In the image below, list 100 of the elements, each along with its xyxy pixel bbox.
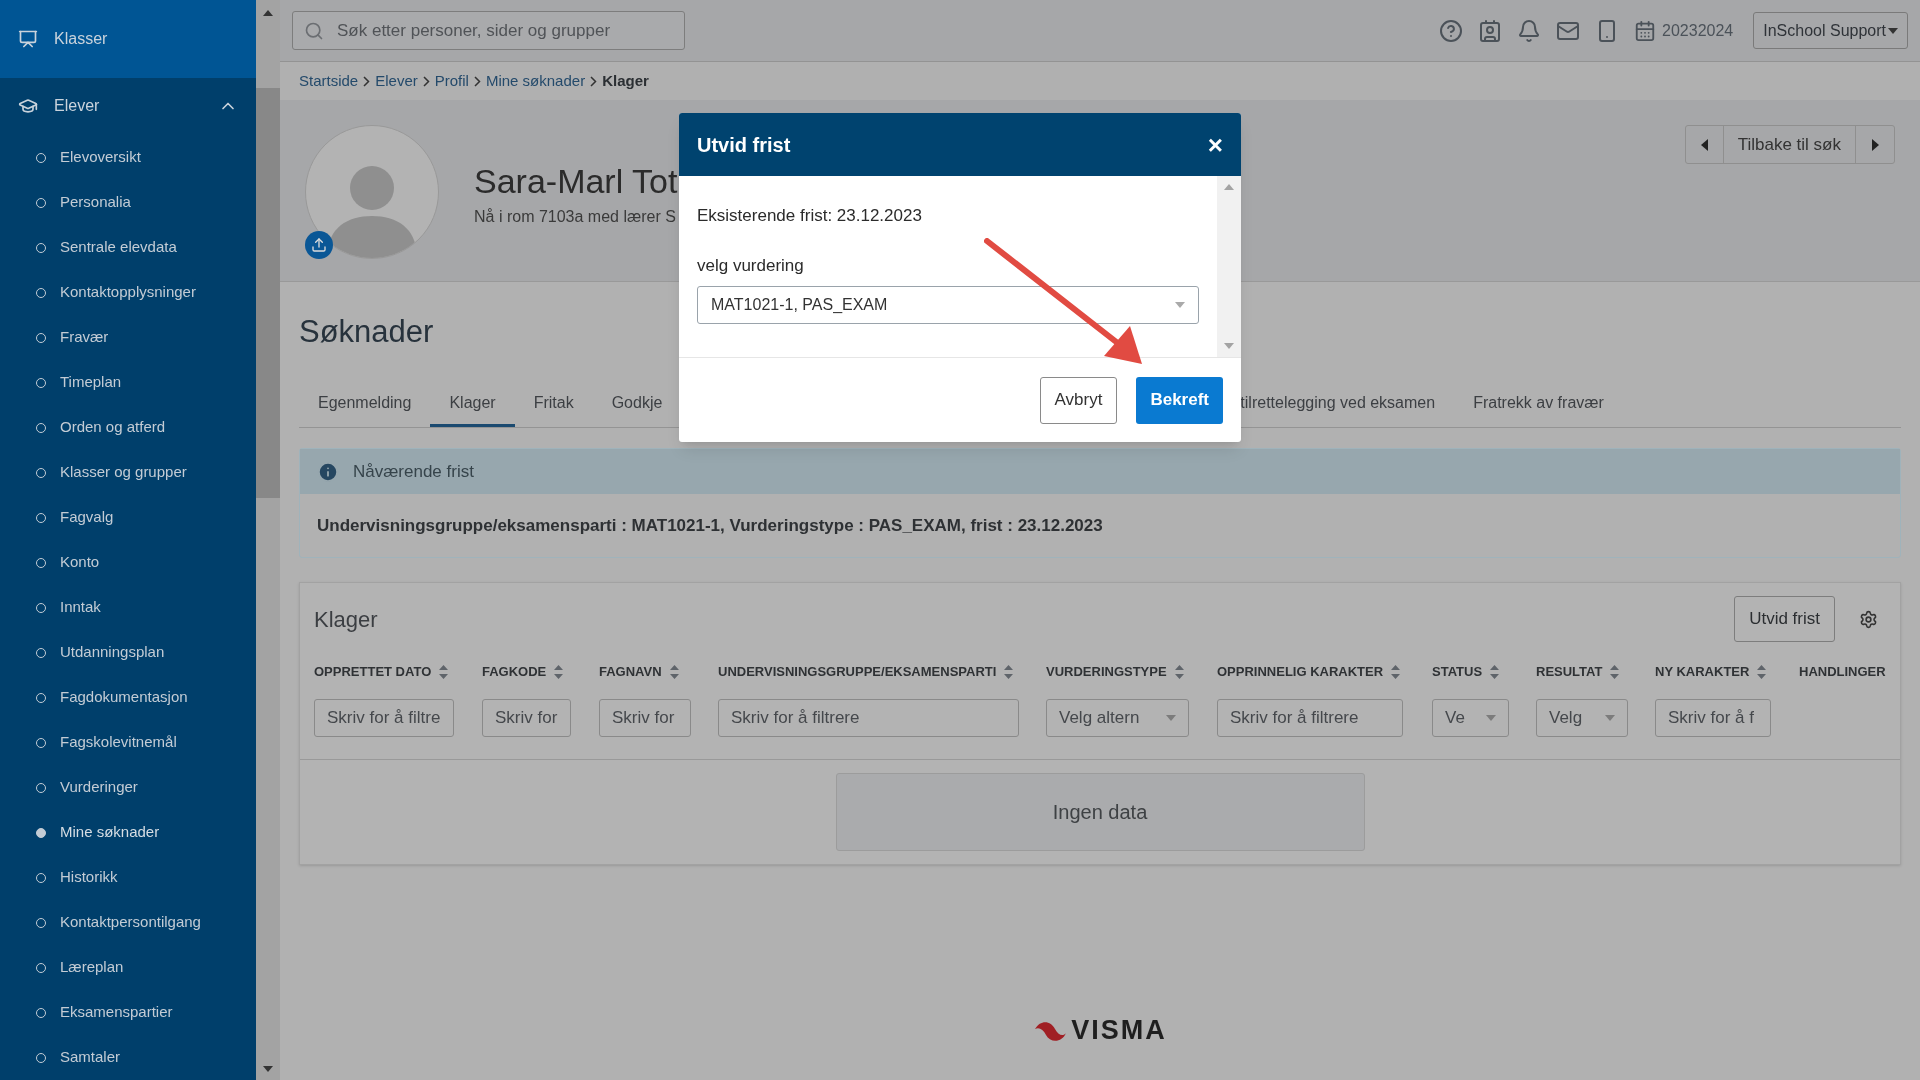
student-name: Sara-Marl Tot xyxy=(474,161,678,201)
search-field[interactable]: Søk etter personer, sider og grupper xyxy=(292,11,685,50)
info-icon xyxy=(317,460,339,483)
chevron-right-icon xyxy=(422,75,430,87)
scroll-up-icon[interactable] xyxy=(263,10,273,16)
filter-input[interactable]: Skriv for å filtre xyxy=(314,699,454,737)
tab[interactable]: Klager xyxy=(430,382,515,427)
info-header: Nåværende frist xyxy=(300,449,1900,494)
page-title: Søknader xyxy=(299,313,434,351)
filter-input[interactable]: Skriv for å f xyxy=(1655,699,1771,737)
caret-left-icon xyxy=(1700,138,1708,151)
breadcrumb-link[interactable]: Profil xyxy=(434,69,469,93)
sidebar-item[interactable]: Vurderinger xyxy=(0,765,256,810)
contact-book-icon[interactable] xyxy=(1478,18,1503,43)
select-label: velg vurdering xyxy=(697,254,805,277)
sidebar-item[interactable]: Samtaler xyxy=(0,1035,256,1080)
sidebar-item[interactable]: Læreplan xyxy=(0,945,256,990)
calendar-icon[interactable] xyxy=(1634,19,1657,42)
scroll-down-icon[interactable] xyxy=(263,1066,273,1072)
sidebar-item[interactable]: Elevoversikt xyxy=(0,135,256,180)
caret-icon xyxy=(1175,302,1185,308)
column-header: OPPRETTET DATO xyxy=(314,663,432,682)
info-text: Undervisningsgruppe/eksamensparti : MAT1021-1, Vurderingstype : PAS_EXAM, frist : 23.12.2023 xyxy=(317,514,1103,537)
sort-icon[interactable] xyxy=(1490,665,1500,679)
sort-icon[interactable] xyxy=(1174,665,1184,679)
student-location: Nå i rom 7103a med lærer S xyxy=(474,207,677,227)
sort-icon[interactable] xyxy=(439,665,449,679)
card-title: Klager xyxy=(314,605,378,634)
column-header: RESULTAT xyxy=(1536,663,1603,682)
close-button[interactable]: × xyxy=(1207,131,1223,158)
empty-state: Ingen data xyxy=(835,773,1365,851)
sidebar-item[interactable]: Orden og atferd xyxy=(0,405,256,450)
caret-icon xyxy=(1486,715,1496,721)
breadcrumb-link[interactable]: Mine søknader xyxy=(485,69,586,93)
filter-input[interactable]: Skriv for å filtrere xyxy=(1217,699,1403,737)
sidebar-item[interactable]: Kontaktpersontilgang xyxy=(0,900,256,945)
scroll-up-icon[interactable] xyxy=(1224,184,1234,190)
filter-select[interactable]: Velg xyxy=(1536,699,1628,737)
sidebar-item[interactable]: Mine søknader xyxy=(0,810,256,855)
tab[interactable]: tilrettelegging ved eksamen xyxy=(1221,382,1455,427)
sidebar-item[interactable]: Fagvalg xyxy=(0,495,256,540)
sort-icon[interactable] xyxy=(554,665,564,679)
column-header: NY KARAKTER xyxy=(1655,663,1750,682)
sort-icon[interactable] xyxy=(1610,665,1620,679)
upload-icon[interactable] xyxy=(305,231,333,259)
breadcrumb-link[interactable]: Elever xyxy=(375,69,418,93)
sidebar-item[interactable]: Eksamenspartier xyxy=(0,990,256,1035)
sidebar-section[interactable]: Klasser xyxy=(0,0,256,78)
sidebar-item[interactable]: Timeplan xyxy=(0,360,256,405)
column-header: VURDERINGSTYPE xyxy=(1046,663,1167,682)
filter-select[interactable]: Ve xyxy=(1432,699,1509,737)
cancel-button[interactable]: Avbryt xyxy=(1039,376,1118,424)
breadcrumb-link[interactable]: Startside xyxy=(299,69,359,93)
sort-icon[interactable] xyxy=(669,665,679,679)
dialog-scrollbar[interactable] xyxy=(1217,176,1241,357)
column-header: UNDERVISNINGSGRUPPE/EKSAMENSPARTI xyxy=(718,663,997,682)
caret-right-icon xyxy=(1871,138,1879,151)
sidebar-item[interactable]: Inntak xyxy=(0,585,256,630)
filter-select[interactable]: Velg altern xyxy=(1046,699,1189,737)
tab[interactable]: Egenmelding xyxy=(299,382,431,427)
sidebar-item[interactable]: Klasser og grupper xyxy=(0,450,256,495)
bell-icon[interactable] xyxy=(1517,18,1542,43)
column-header: FAGNAVN xyxy=(599,663,662,682)
tab[interactable]: Godkje xyxy=(592,382,682,427)
sidebar-item[interactable]: Konto xyxy=(0,540,256,585)
extend-deadline-button[interactable]: Utvid frist xyxy=(1734,596,1835,642)
sort-icon[interactable] xyxy=(1391,665,1401,679)
visma-logo: VISMA xyxy=(299,1009,1901,1050)
sidebar-item[interactable]: Sentrale elevdata xyxy=(0,225,256,270)
filter-input[interactable]: Skriv for xyxy=(599,699,691,737)
scrollbar-thumb[interactable] xyxy=(256,88,280,498)
caret-icon xyxy=(1888,27,1898,34)
sidebar-item[interactable]: Utdanningsplan xyxy=(0,630,256,675)
sidebar-section[interactable]: Elever xyxy=(0,77,256,135)
sidebar-item[interactable]: Historikk xyxy=(0,855,256,900)
dialog-title: Utvid frist xyxy=(697,132,792,158)
sidebar-item[interactable]: Fagdokumentasjon xyxy=(0,675,256,720)
sidebar-item[interactable]: Fagskolevitnemål xyxy=(0,720,256,765)
classroom-icon xyxy=(18,28,38,49)
settings-icon[interactable] xyxy=(1859,609,1878,629)
search-icon xyxy=(304,21,324,41)
sidebar-item[interactable]: Kontaktopplysninger xyxy=(0,270,256,315)
column-header: HANDLINGER xyxy=(1799,663,1886,682)
assessment-select[interactable]: MAT1021-1, PAS_EXAM xyxy=(697,286,1199,324)
bullet-icon xyxy=(36,827,46,838)
filter-input[interactable]: Skriv for å filtrere xyxy=(718,699,1019,737)
sidebar-item[interactable]: Fravær xyxy=(0,315,256,360)
scroll-down-icon[interactable] xyxy=(1224,343,1234,349)
scrollbar[interactable] xyxy=(256,0,280,1080)
filter-input[interactable]: Skriv for xyxy=(482,699,571,737)
sort-icon[interactable] xyxy=(1757,665,1767,679)
sidebar-item[interactable]: Personalia xyxy=(0,180,256,225)
help-icon[interactable] xyxy=(1439,18,1464,43)
caret-icon xyxy=(1605,715,1615,721)
confirm-button[interactable]: Bekreft xyxy=(1136,376,1223,424)
tab[interactable]: Fratrekk av fravær xyxy=(1454,382,1623,427)
chevron-right-icon xyxy=(590,75,598,87)
sort-icon[interactable] xyxy=(1004,665,1014,679)
tab[interactable]: Fritak xyxy=(514,382,593,427)
user-menu-button[interactable]: InSchool Support xyxy=(1753,12,1908,49)
